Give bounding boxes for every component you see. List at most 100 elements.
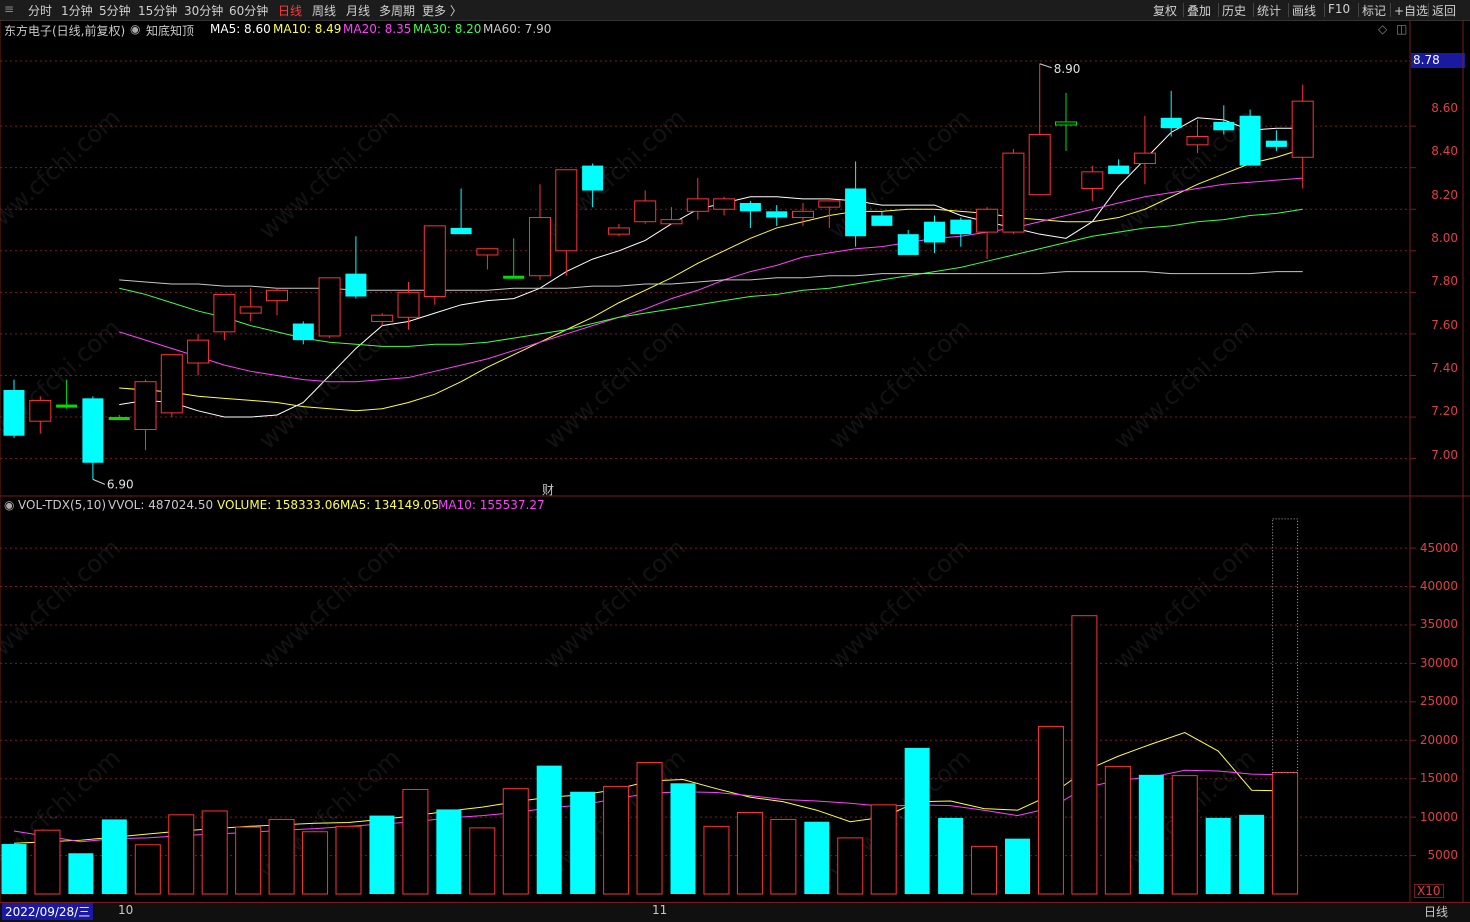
volume-bar-down (904, 747, 930, 894)
candle-body-up (1186, 136, 1209, 146)
volume-bar-up (1071, 615, 1098, 895)
candle-body-down (1160, 117, 1182, 129)
volume-bar-up (402, 788, 429, 895)
candle-body-down (871, 215, 893, 226)
watermark-text: www.cfchi.com (253, 533, 405, 674)
volume-bar-up (134, 844, 161, 895)
watermark-text: www.cfchi.com (1108, 533, 1260, 674)
volume-bar-up (1037, 725, 1064, 895)
candle-body-up (134, 381, 157, 431)
candle-body-down (503, 275, 525, 279)
candle-body-down (766, 211, 788, 218)
volume-bar-up (703, 825, 730, 895)
volume-bar-up (302, 831, 329, 895)
volume-bar-down (570, 791, 596, 894)
kline-chart[interactable]: www.cfchi.com www.cfchi.com www.cfchi.com w… (0, 0, 1470, 921)
date-start-label: 2022/09/28/三 (2, 903, 94, 920)
candle-body-up (213, 293, 236, 333)
candle-body-up (266, 289, 288, 302)
candle-body-down (739, 203, 761, 212)
candle-body-up (318, 277, 341, 337)
candle-body-up (239, 306, 262, 314)
candle-body-up (1133, 152, 1156, 165)
period-label: 日线 (1424, 905, 1449, 919)
candle-body-down (897, 234, 919, 255)
candle-body-down (1239, 115, 1261, 166)
ma-line-ma60 (119, 271, 1303, 291)
volume-bar-up (469, 827, 496, 895)
volume-bar-up (268, 818, 295, 895)
volume-bar-down (938, 817, 964, 894)
month-label-nov: 11 (652, 903, 668, 917)
watermark-text: www.cfchi.com (823, 313, 975, 454)
low-pointer (92, 478, 106, 485)
candle-body-up (976, 208, 999, 233)
candle-body-up (555, 169, 578, 252)
volume-bar-up (736, 812, 763, 895)
volume-bar-up (971, 845, 998, 895)
volume-bar-up (168, 814, 195, 895)
candle-body-down (1108, 165, 1130, 174)
candle-body-up (634, 200, 657, 223)
volume-bar-pending (1272, 518, 1299, 774)
candle-body-up (713, 198, 736, 210)
candle-body-down (82, 398, 104, 463)
candle-body-up (29, 399, 52, 422)
candle-body-down (292, 323, 314, 341)
low-label: 6.90 (107, 477, 134, 491)
watermark-text: www.cfchi.com (0, 533, 126, 674)
volume-bar-up (870, 804, 897, 895)
watermark-text: www.cfchi.com (1108, 313, 1260, 454)
candle-body-down (1213, 121, 1235, 131)
watermark-text: www.cfchi.com (538, 313, 690, 454)
candle-body-down (108, 417, 130, 421)
volume-bar-up (34, 829, 61, 895)
candle-body-down (582, 165, 604, 191)
candle-body-up (660, 219, 683, 225)
candle-body-down (950, 219, 972, 235)
candle-body-down (3, 390, 25, 436)
volume-bar-up (502, 788, 529, 895)
candle-body-up (607, 227, 630, 235)
candle-body-down (450, 227, 472, 235)
high-label: 8.90 (1054, 62, 1081, 76)
candle-body-up (1081, 171, 1104, 189)
candle-body-up (160, 354, 183, 414)
candle-body-up (686, 198, 709, 212)
volume-bar-up (1104, 765, 1131, 895)
candle-body-up (423, 225, 446, 298)
date-axis-bar (0, 902, 1470, 922)
volume-bar-down (670, 783, 696, 894)
volume-bar-up (335, 825, 362, 895)
watermark-text: www.cfchi.com (253, 103, 405, 244)
volume-bar-up (770, 818, 797, 895)
volume-bar-down (1, 844, 27, 894)
candle-body-up (1055, 121, 1077, 126)
candle-body-up (371, 314, 394, 322)
candle-body-up (792, 210, 814, 219)
volume-bar-up (837, 837, 864, 895)
volume-bar-up (235, 826, 262, 895)
candle-body-up (1028, 133, 1051, 196)
volume-bar-down (1205, 817, 1231, 894)
candle-body-up (818, 200, 841, 208)
volume-bar-down (1239, 814, 1265, 894)
candle-body-up (187, 339, 210, 364)
watermark-text: www.cfchi.com (538, 533, 690, 674)
candle-body-up (1002, 152, 1025, 233)
candle-body-down (345, 273, 367, 297)
candle-body-up (529, 217, 551, 277)
volume-bar-down (536, 765, 562, 894)
ma-line-ma5 (119, 117, 1303, 418)
volume-bar-down (369, 815, 395, 894)
high-pointer (1039, 63, 1052, 69)
volume-bar-down (436, 809, 462, 894)
candle-body-up (397, 291, 420, 318)
volume-bar-down (804, 821, 830, 894)
volume-bar-down (101, 819, 127, 894)
watermark-text: www.cfchi.com (823, 533, 975, 674)
volume-bar-up (201, 810, 228, 895)
volume-bar-up (1272, 772, 1299, 895)
candle-body-up (476, 248, 499, 256)
volume-bar-down (1005, 838, 1030, 894)
